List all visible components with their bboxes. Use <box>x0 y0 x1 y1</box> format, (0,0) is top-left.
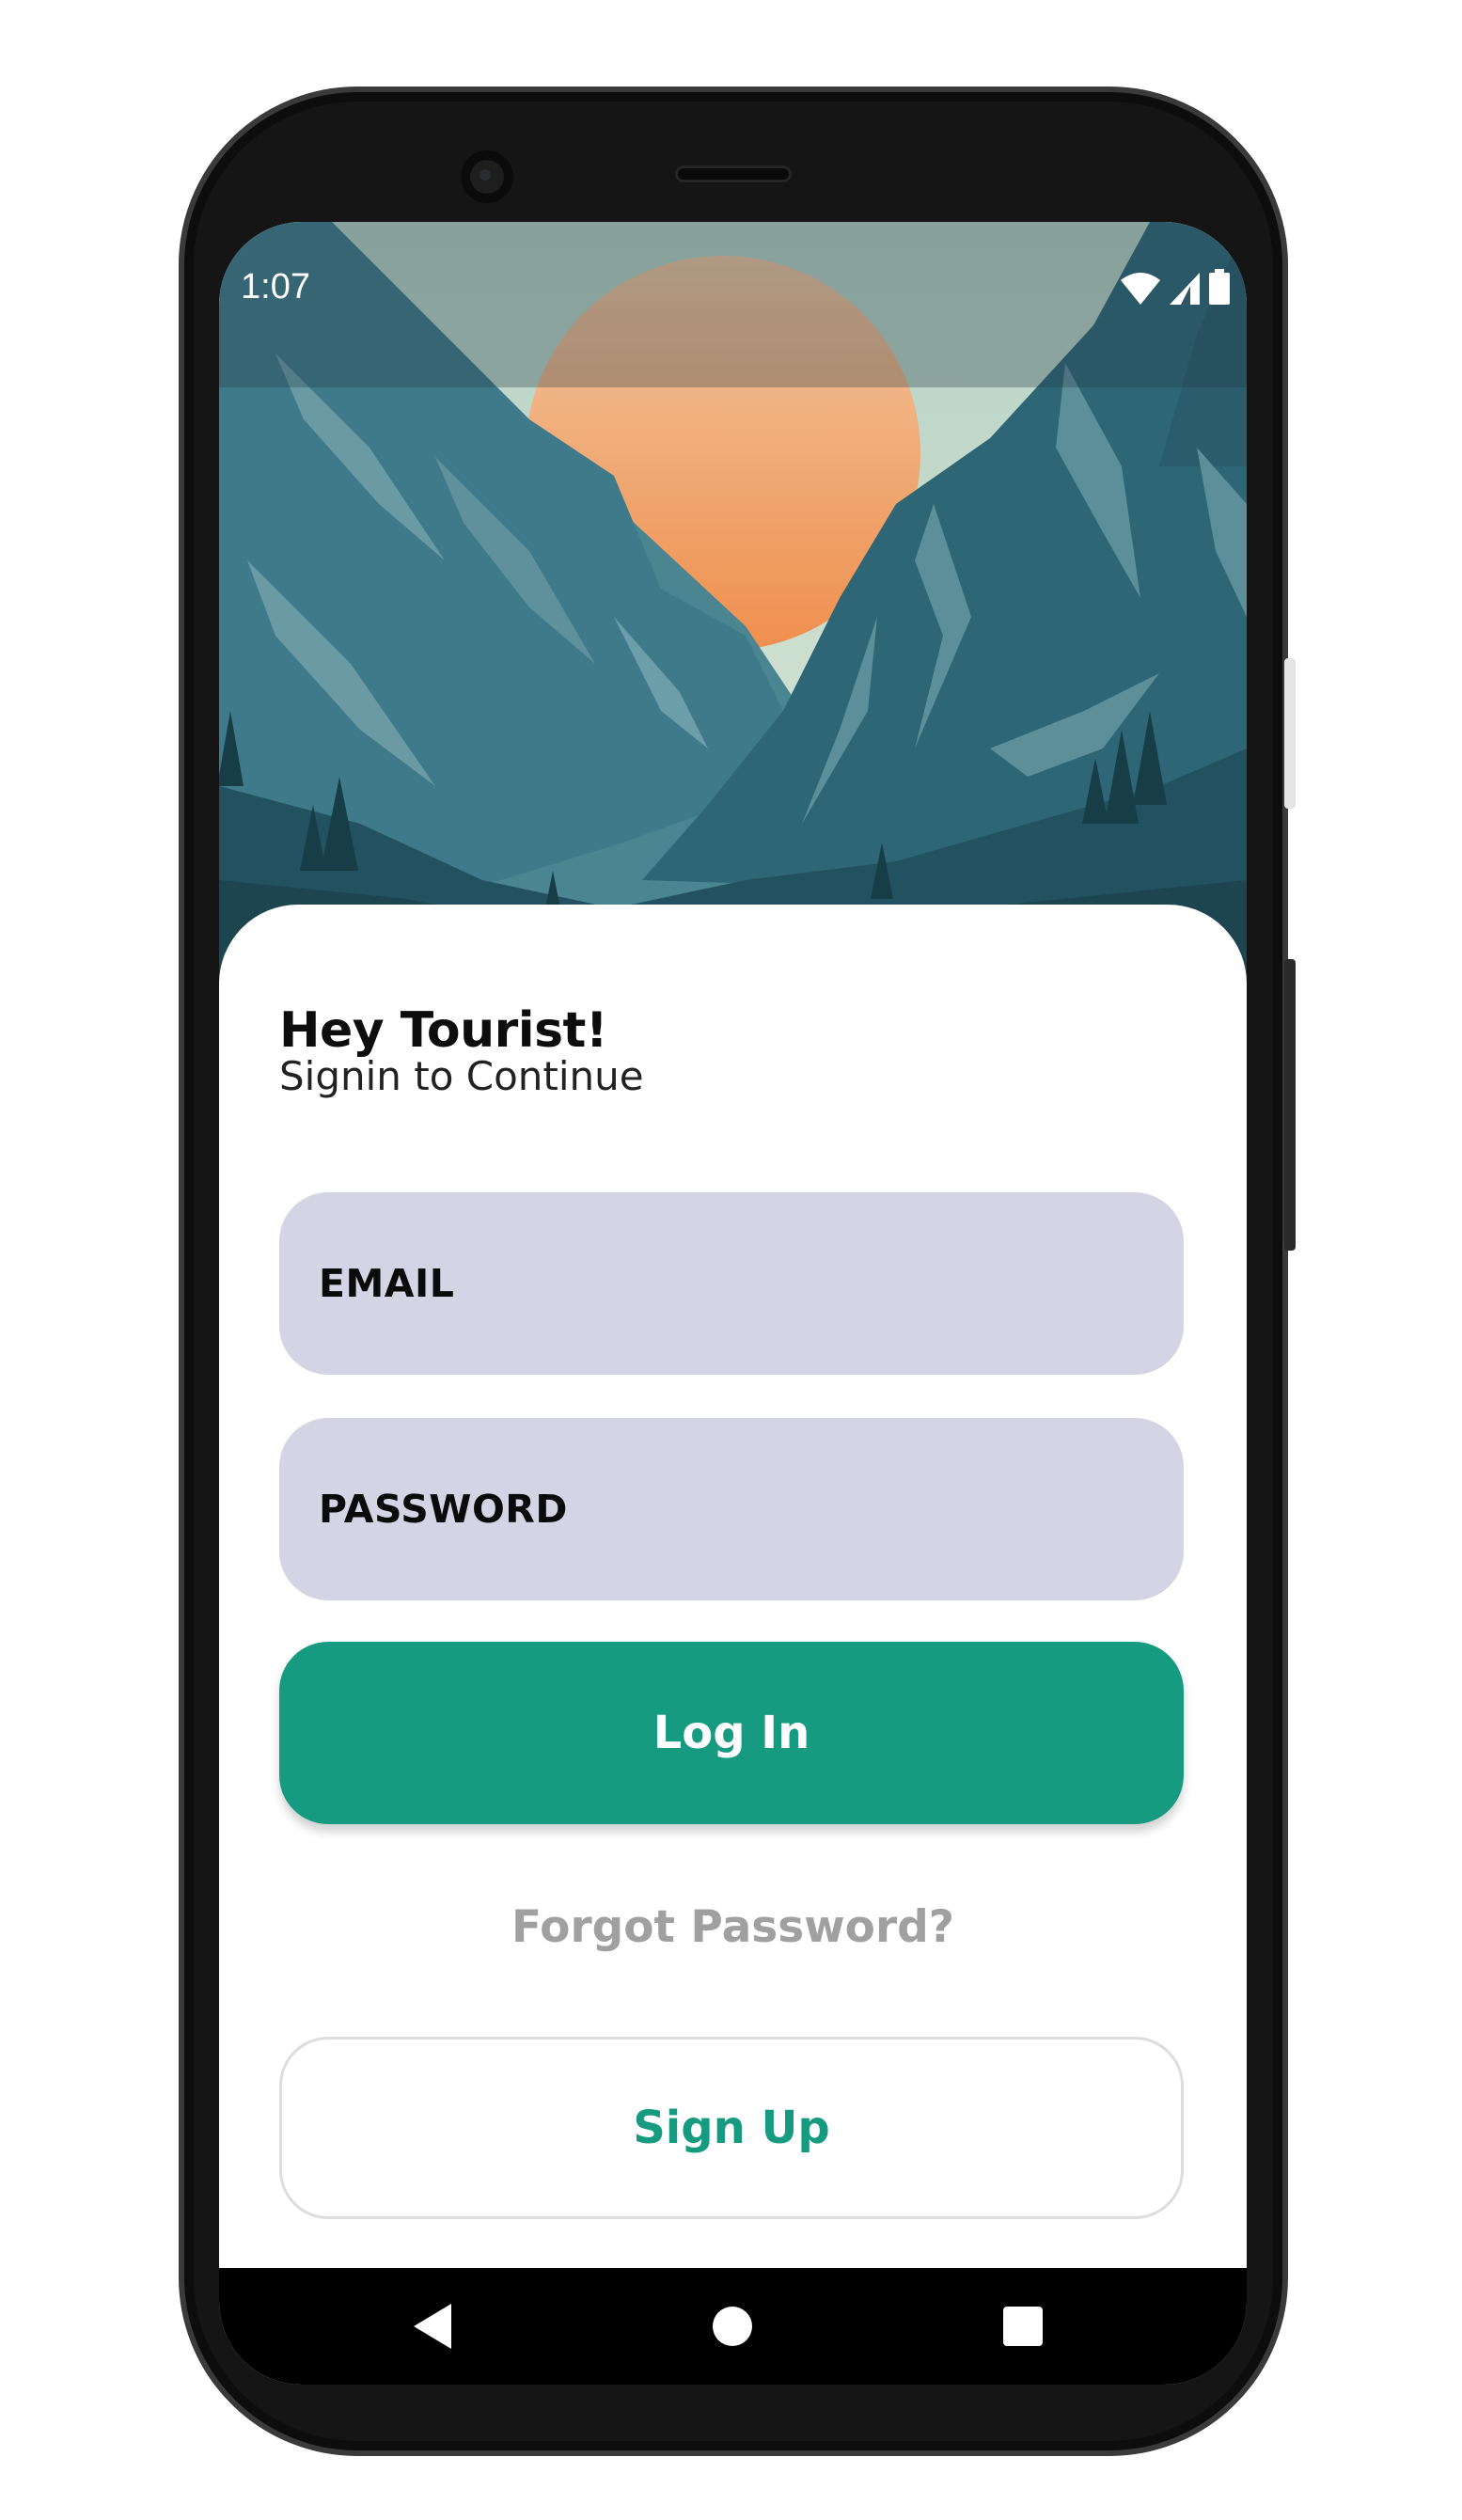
signup-button[interactable]: Sign Up <box>279 2037 1184 2219</box>
password-field[interactable]: PASSWORD <box>279 1418 1184 1600</box>
front-camera <box>461 150 513 203</box>
wifi-icon <box>1121 273 1160 308</box>
earpiece-speaker <box>675 165 792 182</box>
signal-icon <box>1170 273 1200 308</box>
volume-button <box>1284 959 1296 1251</box>
app-screen: 1:07 Hey Tourist! Signin to Continue EMA… <box>219 222 1247 2385</box>
nav-recents-button[interactable] <box>971 2268 1075 2385</box>
greeting-title: Hey Tourist! <box>279 1002 608 1059</box>
back-icon <box>414 2304 451 2349</box>
password-placeholder: PASSWORD <box>319 1487 568 1532</box>
battery-icon <box>1209 269 1230 308</box>
forgot-password-link[interactable]: Forgot Password? <box>219 1901 1247 1953</box>
status-icons <box>1121 269 1230 308</box>
greeting-subtitle: Signin to Continue <box>279 1053 644 1099</box>
nav-home-button[interactable] <box>681 2268 784 2385</box>
status-time: 1:07 <box>241 267 310 307</box>
system-nav-bar <box>219 2268 1247 2385</box>
email-placeholder: EMAIL <box>319 1261 455 1306</box>
recents-icon <box>1003 2307 1043 2346</box>
login-button-label: Log In <box>652 1707 810 1759</box>
email-field[interactable]: EMAIL <box>279 1192 1184 1375</box>
nav-back-button[interactable] <box>383 2268 486 2385</box>
signup-button-label: Sign Up <box>633 2102 830 2154</box>
login-button[interactable]: Log In <box>279 1642 1184 1824</box>
status-bar: 1:07 <box>219 222 1247 387</box>
home-icon <box>713 2307 752 2346</box>
power-button <box>1284 658 1296 809</box>
